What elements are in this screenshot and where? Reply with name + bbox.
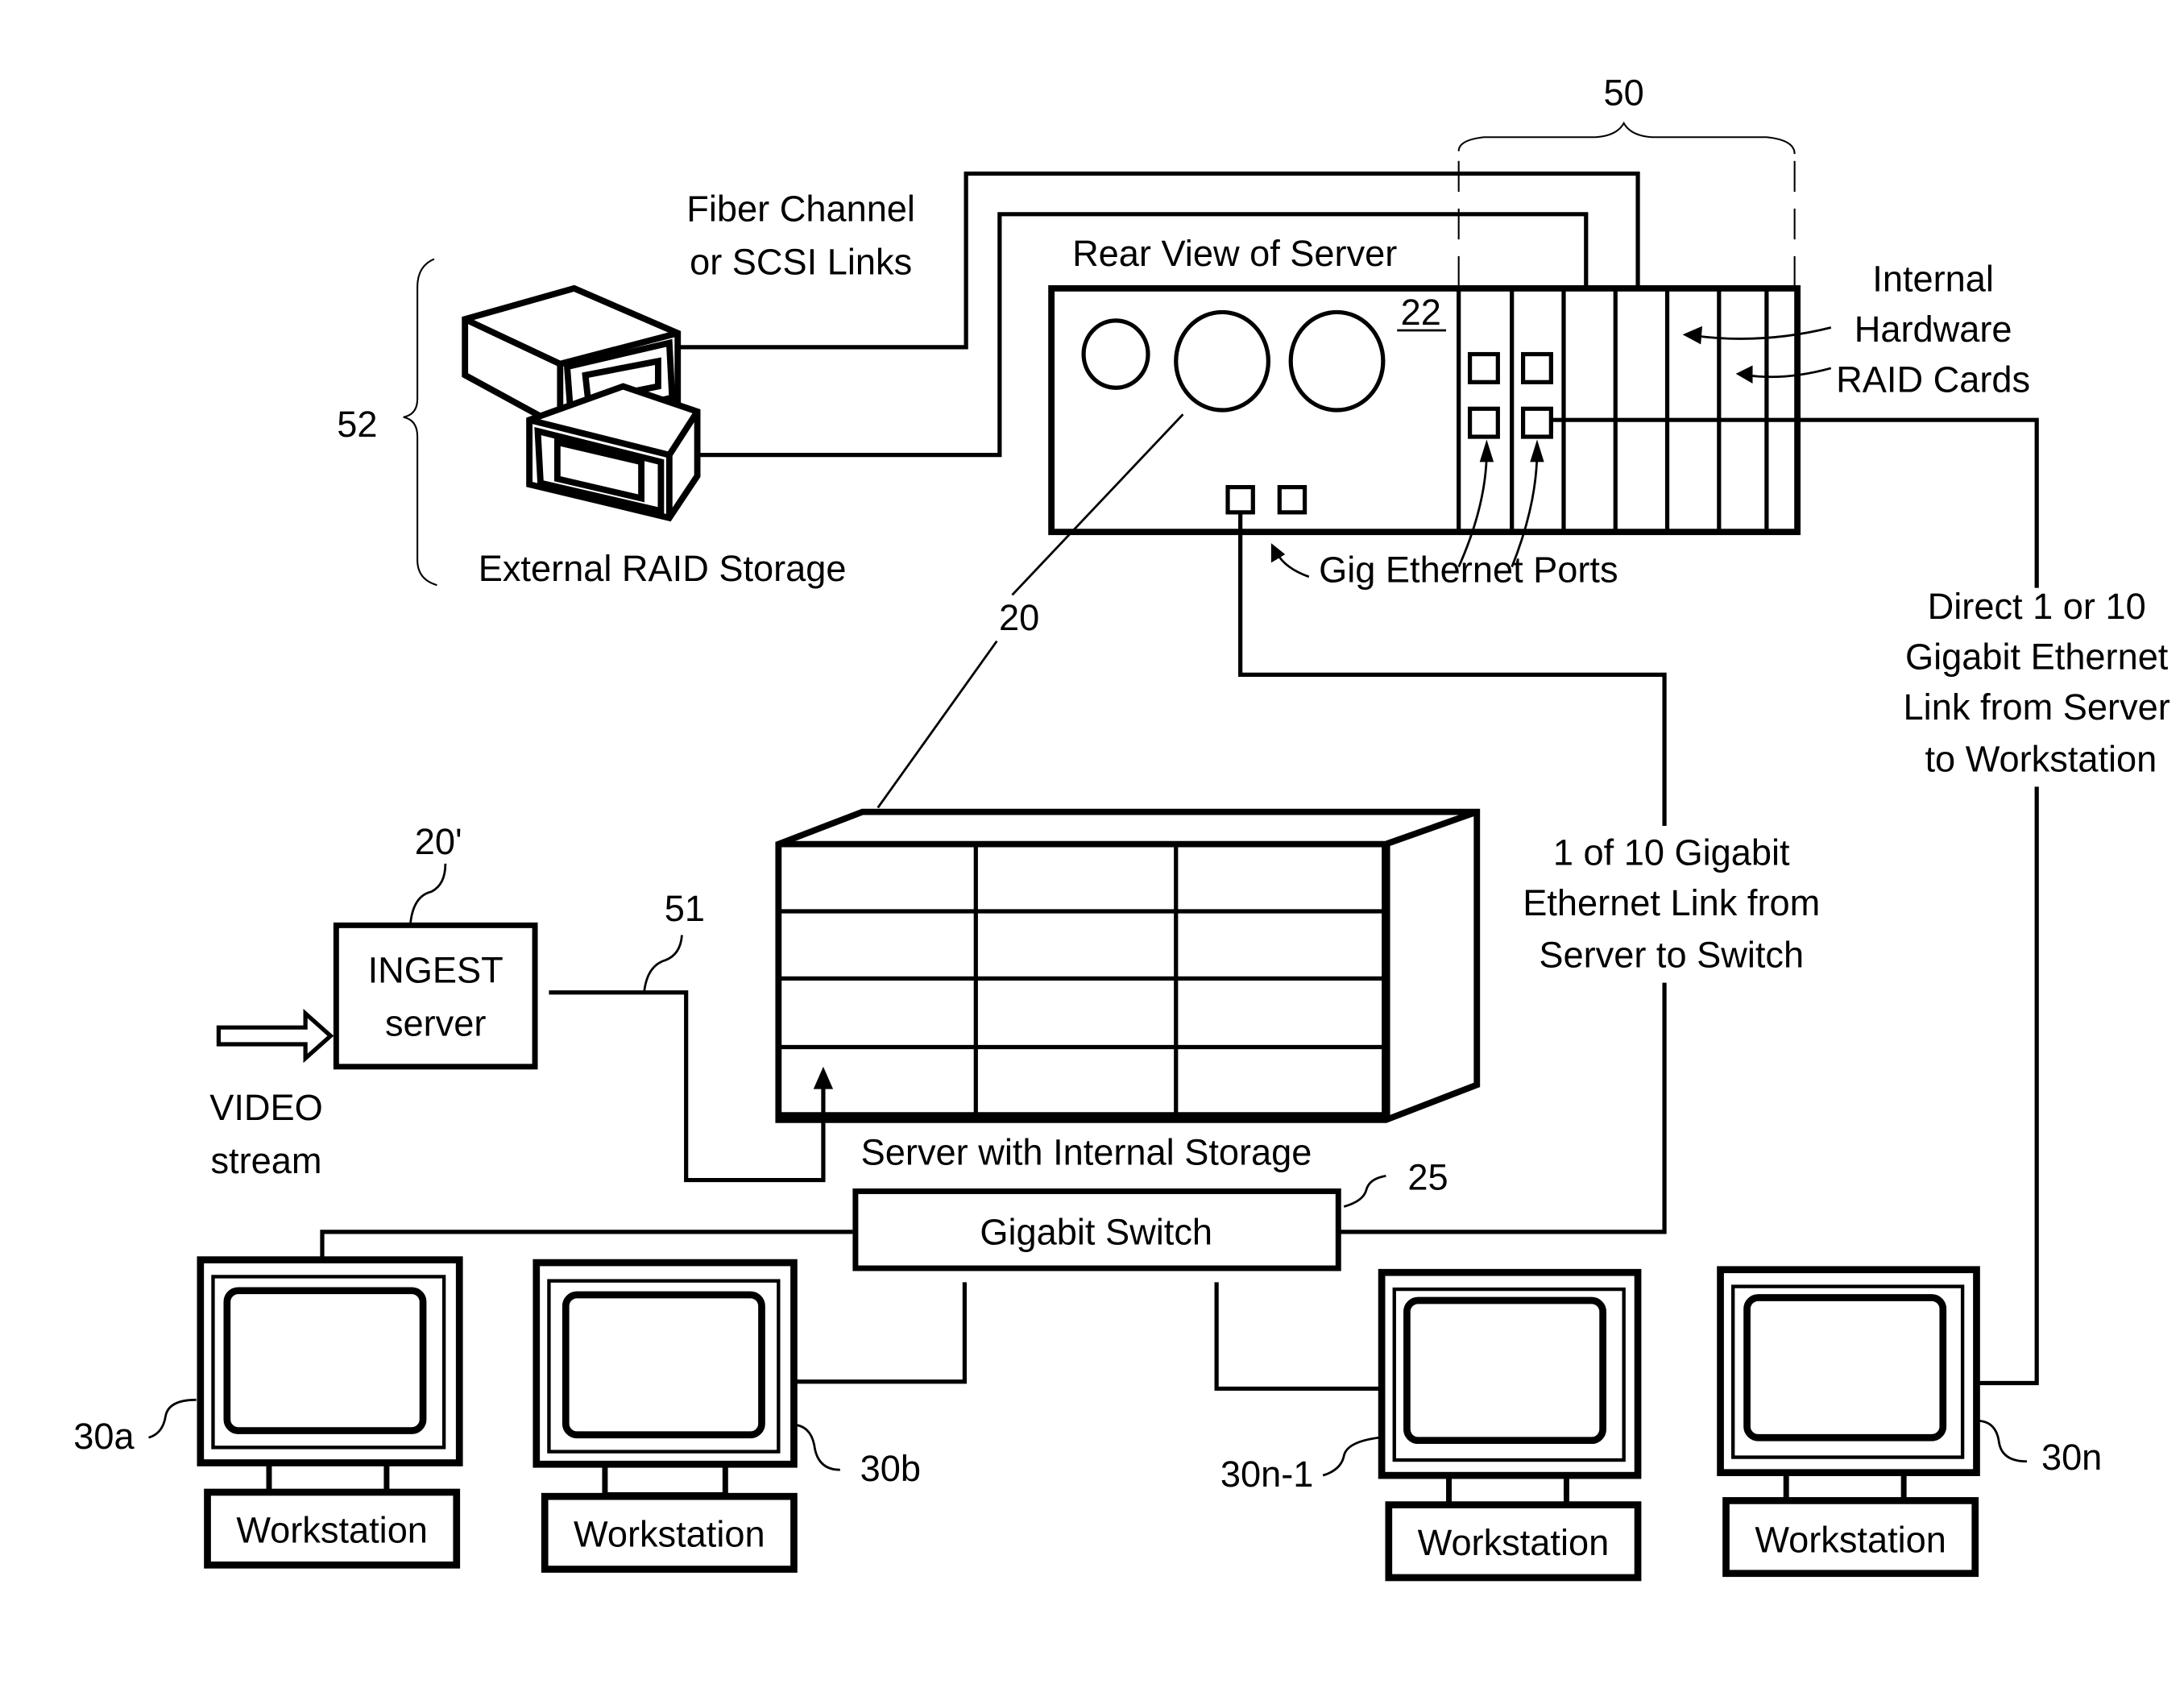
fiber-channel-label-2: or SCSI Links xyxy=(690,242,912,283)
switch-link-label-2: Ethernet Link from xyxy=(1523,882,1820,923)
ingest-server-box xyxy=(333,922,538,1070)
rear-view-label: Rear View of Server xyxy=(1072,233,1397,274)
direct-link-label-3: Link from Server xyxy=(1904,686,2170,728)
switch-link-label-1: 1 of 10 Gigabit xyxy=(1553,832,1790,873)
workstation-label: Workstation xyxy=(1755,1520,1946,1561)
ingest-label-line1: INGEST xyxy=(368,950,504,991)
workstation-label: Workstation xyxy=(236,1510,428,1551)
ref-20: 20 xyxy=(999,597,1039,638)
ingest-label-line2: server xyxy=(385,1003,486,1044)
video-input-arrow-icon xyxy=(216,1009,334,1064)
ref-30b: 30b xyxy=(860,1448,921,1489)
workstation-label: Workstation xyxy=(574,1514,765,1555)
ref-22: 22 xyxy=(1401,292,1441,333)
direct-link-label-4: to Workstation xyxy=(1925,738,2157,779)
direct-link-label-1: Direct 1 or 10 xyxy=(1928,586,2146,627)
ref-25: 25 xyxy=(1407,1157,1448,1198)
switch-link-label-3: Server to Switch xyxy=(1539,934,1804,975)
ref-51: 51 xyxy=(665,888,705,929)
video-stream-label-2: stream xyxy=(210,1140,321,1181)
direct-link-label-2: Gigabit Ethernet xyxy=(1905,636,2169,677)
gig-ethernet-ports-label: Gig Ethernet Ports xyxy=(1319,550,1618,591)
internal-raid-label-1: Internal xyxy=(1872,258,1994,299)
video-stream-label-1: VIDEO xyxy=(209,1087,323,1128)
ref-52: 52 xyxy=(337,404,377,445)
switch-link-30n1 xyxy=(1214,1282,1382,1392)
workstation-label: Workstation xyxy=(1418,1522,1610,1563)
internal-raid-label-2: Hardware xyxy=(1855,309,2012,350)
network-diagram: 50 Fiber Channel or SCSI Links 52 Extern… xyxy=(73,72,2170,1582)
brace-52 xyxy=(403,258,437,587)
ref-30n: 30n xyxy=(2041,1437,2102,1478)
switch-link-30a xyxy=(320,1230,853,1260)
switch-link-30b xyxy=(795,1282,968,1384)
external-raid-label: External RAID Storage xyxy=(479,548,847,589)
ref-20-prime: 20' xyxy=(415,821,462,862)
ref-30a: 30a xyxy=(73,1416,135,1457)
ref-30n-1: 30n-1 xyxy=(1220,1454,1314,1495)
internal-raid-label-3: RAID Cards xyxy=(1836,359,2030,400)
gigabit-switch-label: Gigabit Switch xyxy=(980,1211,1212,1252)
brace-50 xyxy=(1457,121,1796,288)
rear-view-server xyxy=(1048,284,1832,579)
fiber-channel-label-1: Fiber Channel xyxy=(686,188,915,229)
ref-50: 50 xyxy=(1604,72,1644,113)
server-internal-label: Server with Internal Storage xyxy=(861,1131,1312,1172)
server-internal-storage xyxy=(775,808,1481,1123)
